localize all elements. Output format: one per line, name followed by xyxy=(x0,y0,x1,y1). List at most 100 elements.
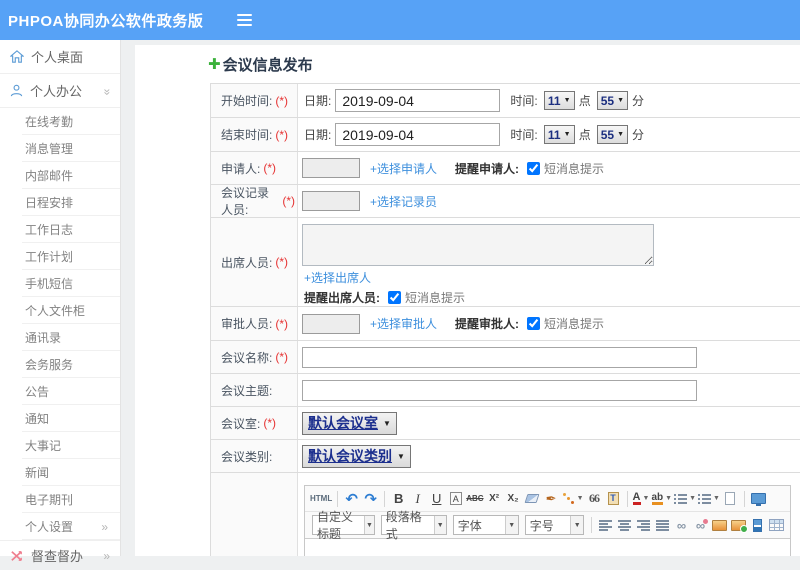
chevron-down-icon: ▼ xyxy=(617,97,624,104)
sidebar-item-work-log[interactable]: 工作日志 xyxy=(0,216,120,243)
meeting-category-select[interactable]: 默认会议类别▼ xyxy=(302,445,411,468)
toolbar-divider xyxy=(337,491,338,507)
start-hour-select[interactable]: 11▼ xyxy=(544,91,575,110)
meeting-room-select[interactable]: 默认会议室▼ xyxy=(302,412,397,435)
unlink-icon[interactable]: ∞ xyxy=(692,514,709,536)
end-date-input[interactable] xyxy=(335,123,500,146)
required-mark: (*) xyxy=(263,416,276,430)
superscript-button[interactable]: X² xyxy=(486,488,503,510)
sidebar-item-label: 个人桌面 xyxy=(31,47,83,66)
start-date-input[interactable] xyxy=(335,89,500,112)
sidebar-item-e-journal[interactable]: 电子期刊 xyxy=(0,486,120,513)
attendees-textarea[interactable] xyxy=(302,224,654,266)
sidebar-item-contacts[interactable]: 通讯录 xyxy=(0,324,120,351)
align-center-button[interactable] xyxy=(616,514,633,536)
app-title: PHPOA协同办公软件政务版 xyxy=(0,10,203,31)
applicant-sms-checkbox[interactable] xyxy=(527,162,540,175)
remind-applicant-label: 提醒申请人: xyxy=(455,160,519,177)
format-painter-icon[interactable]: ✒ xyxy=(543,488,560,510)
sidebar-item-supervision[interactable]: 督查督办 » xyxy=(0,540,120,570)
ordered-list-button[interactable]: ▼ xyxy=(674,488,696,510)
sidebar-item-label: 会务服务 xyxy=(25,356,73,373)
font-color-button[interactable]: A▼ xyxy=(633,488,650,510)
html-source-button[interactable]: HTML xyxy=(310,488,332,510)
table-icon[interactable] xyxy=(768,514,785,536)
bold-button[interactable]: B xyxy=(390,488,407,510)
approver-sms-checkbox[interactable] xyxy=(527,317,540,330)
page-break-icon[interactable] xyxy=(749,514,766,536)
fullscreen-icon[interactable] xyxy=(750,488,767,510)
strikethrough-button[interactable]: ABC xyxy=(466,488,483,510)
toolbar-divider xyxy=(384,491,385,507)
sidebar-item-personal-desktop[interactable]: 个人桌面 xyxy=(0,40,120,74)
link-icon[interactable]: ∞ xyxy=(673,514,690,536)
sidebar-item-personal-office[interactable]: 个人办公 » xyxy=(0,74,120,108)
font-size-select[interactable]: 字号▼ xyxy=(525,515,585,535)
form-row-start-time: 开始时间:(*) 日期: 时间: 11▼ 点 55▼ 分 xyxy=(211,84,800,118)
paste-text-icon[interactable]: T xyxy=(605,488,622,510)
justify-button[interactable] xyxy=(654,514,671,536)
sidebar-submenu: 在线考勤 消息管理 内部邮件 日程安排 工作日志 工作计划 手机短信 个人文件柜… xyxy=(0,108,120,540)
chevron-down-icon: ▼ xyxy=(434,516,446,534)
chevron-down-icon: ▼ xyxy=(665,495,672,502)
attendees-sms-checkbox[interactable] xyxy=(388,291,401,304)
new-page-icon[interactable] xyxy=(722,488,739,510)
sidebar-item-work-plan[interactable]: 工作计划 xyxy=(0,243,120,270)
sidebar-item-mobile-sms[interactable]: 手机短信 xyxy=(0,270,120,297)
image-upload-icon[interactable] xyxy=(730,514,747,536)
sidebar-item-meeting-service[interactable]: 会务服务 xyxy=(0,351,120,378)
highlight-color-button[interactable]: ab▼ xyxy=(652,488,673,510)
choose-recorder-link[interactable]: +选择记录员 xyxy=(370,193,437,210)
hamburger-menu-icon[interactable] xyxy=(237,14,252,26)
meeting-subject-input[interactable] xyxy=(302,380,697,401)
start-minute-select[interactable]: 55▼ xyxy=(597,91,628,110)
sidebar-item-label: 手机短信 xyxy=(25,275,73,292)
time-label: 时间: xyxy=(510,126,537,143)
approver-input[interactable] xyxy=(302,314,360,334)
choose-approver-link[interactable]: +选择审批人 xyxy=(370,315,437,332)
sidebar-item-schedule[interactable]: 日程安排 xyxy=(0,189,120,216)
align-left-button[interactable] xyxy=(597,514,614,536)
sidebar-item-personal-file-cabinet[interactable]: 个人文件柜 xyxy=(0,297,120,324)
form-row-meeting-room: 会议室:(*) 默认会议室▼ xyxy=(211,407,800,440)
required-mark: (*) xyxy=(282,194,295,208)
sidebar-item-memorabilia[interactable]: 大事记 xyxy=(0,432,120,459)
image-icon[interactable] xyxy=(711,514,728,536)
font-border-button[interactable]: A xyxy=(450,492,462,505)
sidebar-item-message-management[interactable]: 消息管理 xyxy=(0,135,120,162)
recorder-input[interactable] xyxy=(302,191,360,211)
sidebar-item-online-attendance[interactable]: 在线考勤 xyxy=(0,108,120,135)
align-right-button[interactable] xyxy=(635,514,652,536)
sidebar-item-personal-settings[interactable]: 个人设置» xyxy=(0,513,120,540)
eraser-icon[interactable] xyxy=(524,488,541,510)
undo-icon[interactable]: ↶ xyxy=(343,488,360,510)
choose-applicant-link[interactable]: +选择申请人 xyxy=(370,160,437,177)
subscript-button[interactable]: X₂ xyxy=(505,488,522,510)
form-row-applicant: 申请人:(*) +选择申请人 提醒申请人: 短消息提示 xyxy=(211,152,800,185)
sms-hint-label: 短消息提示 xyxy=(405,289,465,306)
font-family-select[interactable]: 字体▼ xyxy=(453,515,519,535)
applicant-input[interactable] xyxy=(302,158,360,178)
sidebar-item-notice[interactable]: 通知 xyxy=(0,405,120,432)
unordered-list-button[interactable]: ▼ xyxy=(698,488,720,510)
choose-attendees-link[interactable]: +选择出席人 xyxy=(304,269,371,286)
field-label: 会议主题: xyxy=(221,382,272,399)
meeting-name-input[interactable] xyxy=(302,347,697,368)
underline-button[interactable]: U xyxy=(428,488,445,510)
chevron-down-icon: ▼ xyxy=(564,97,571,104)
italic-button[interactable]: I xyxy=(409,488,426,510)
redo-icon[interactable]: ↷ xyxy=(362,488,379,510)
end-minute-select[interactable]: 55▼ xyxy=(597,125,628,144)
editor-content-area[interactable] xyxy=(305,539,790,556)
blockquote-button[interactable]: 66 xyxy=(586,488,603,510)
sidebar-item-news[interactable]: 新闻 xyxy=(0,459,120,486)
main-content: ✚ 会议信息发布 开始时间:(*) 日期: 时间: 11▼ 点 55▼ 分 结束… xyxy=(135,45,800,556)
sidebar-item-internal-mail[interactable]: 内部邮件 xyxy=(0,162,120,189)
end-hour-select[interactable]: 11▼ xyxy=(544,125,575,144)
custom-heading-select[interactable]: 自定义标题▼ xyxy=(312,515,375,535)
paragraph-format-select[interactable]: 段落格式▼ xyxy=(381,515,447,535)
sidebar-item-announcement[interactable]: 公告 xyxy=(0,378,120,405)
chevron-down-icon: ▼ xyxy=(564,131,571,138)
autotypeset-icon[interactable]: ▼ xyxy=(562,488,584,510)
form-row-approver: 审批人员:(*) +选择审批人 提醒审批人: 短消息提示 xyxy=(211,307,800,341)
